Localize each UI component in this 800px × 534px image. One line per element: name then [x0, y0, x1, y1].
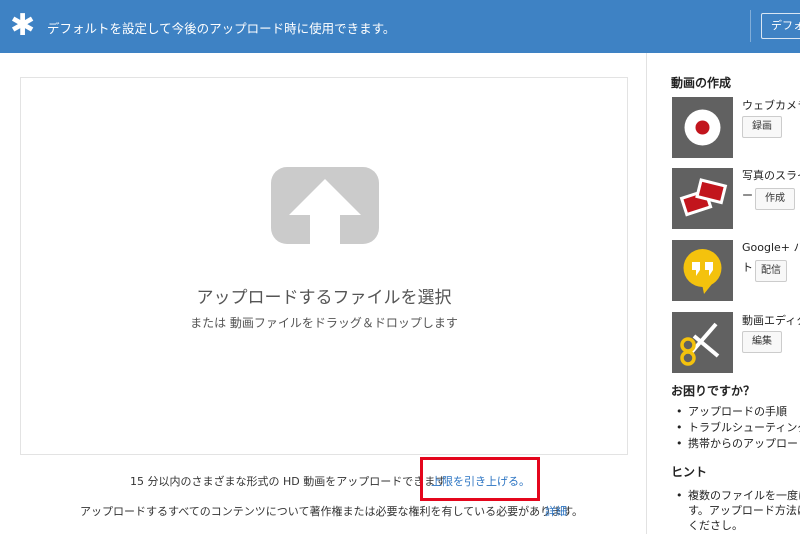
banner-text: デフォルトを設定して今後のアップロード時に使用できます。: [47, 21, 396, 36]
asterisk-icon: ✱: [10, 8, 36, 43]
upload-arrow-icon[interactable]: [271, 167, 379, 244]
slideshow-icon[interactable]: [672, 168, 733, 229]
hangout-label-cont: ト: [742, 261, 753, 274]
help-list: アップロードの手順 トラブルシューティング 携帯からのアップロード: [676, 404, 800, 452]
hangout-label: Google+ ハ: [742, 241, 800, 254]
help-link-mobile-upload[interactable]: 携帯からのアップロード: [676, 436, 800, 452]
rights-notice: アップロードするすべてのコンテンツについて著作権または必要な権利を有している必要…: [80, 505, 584, 518]
webcam-record-icon[interactable]: [672, 97, 733, 158]
edit-button[interactable]: 編集: [742, 331, 782, 353]
upload-dropzone[interactable]: アップロードするファイルを選択 または 動画ファイルをドラッグ＆ドロップします: [20, 77, 628, 455]
record-button[interactable]: 録画: [742, 116, 782, 138]
upload-limit-text: 15 分以内のさまざまな形式の HD 動画をアップロードできます: [130, 475, 447, 488]
learn-more-link[interactable]: 詳細: [545, 503, 567, 519]
scissors-icon[interactable]: [672, 312, 733, 373]
slideshow-label: 写真のスライ: [742, 169, 800, 182]
help-link-upload-steps[interactable]: アップロードの手順: [676, 404, 800, 420]
hangout-icon[interactable]: [672, 240, 733, 301]
select-files-title[interactable]: アップロードするファイルを選択: [21, 283, 627, 308]
drag-drop-hint: または 動画ファイルをドラッグ＆ドロップします: [190, 316, 458, 330]
info-banner: ✱ デフォルトを設定して今後のアップロード時に使用できます。 デフォ: [0, 0, 800, 53]
hint-heading: ヒント: [671, 465, 708, 479]
create-button[interactable]: 作成: [755, 188, 795, 210]
create-video-heading: 動画の作成: [671, 76, 732, 90]
banner-defaults-button[interactable]: デフォ: [761, 13, 800, 39]
help-link-troubleshooting[interactable]: トラブルシューティング: [676, 420, 800, 436]
broadcast-button[interactable]: 配信: [755, 260, 787, 282]
slideshow-label-cont: ー: [742, 189, 753, 202]
highlight-box: [420, 457, 540, 501]
editor-label: 動画エディタ: [742, 314, 800, 327]
webcam-label: ウェブカメラ: [742, 99, 800, 112]
help-heading: お困りですか？: [671, 384, 756, 398]
banner-divider: [750, 10, 751, 42]
hint-text: 複数のファイルを一度にす。アップロード方法にくださし。: [676, 488, 800, 533]
upload-panel: アップロードするファイルを選択 または 動画ファイルをドラッグ＆ドロップします: [0, 53, 647, 534]
